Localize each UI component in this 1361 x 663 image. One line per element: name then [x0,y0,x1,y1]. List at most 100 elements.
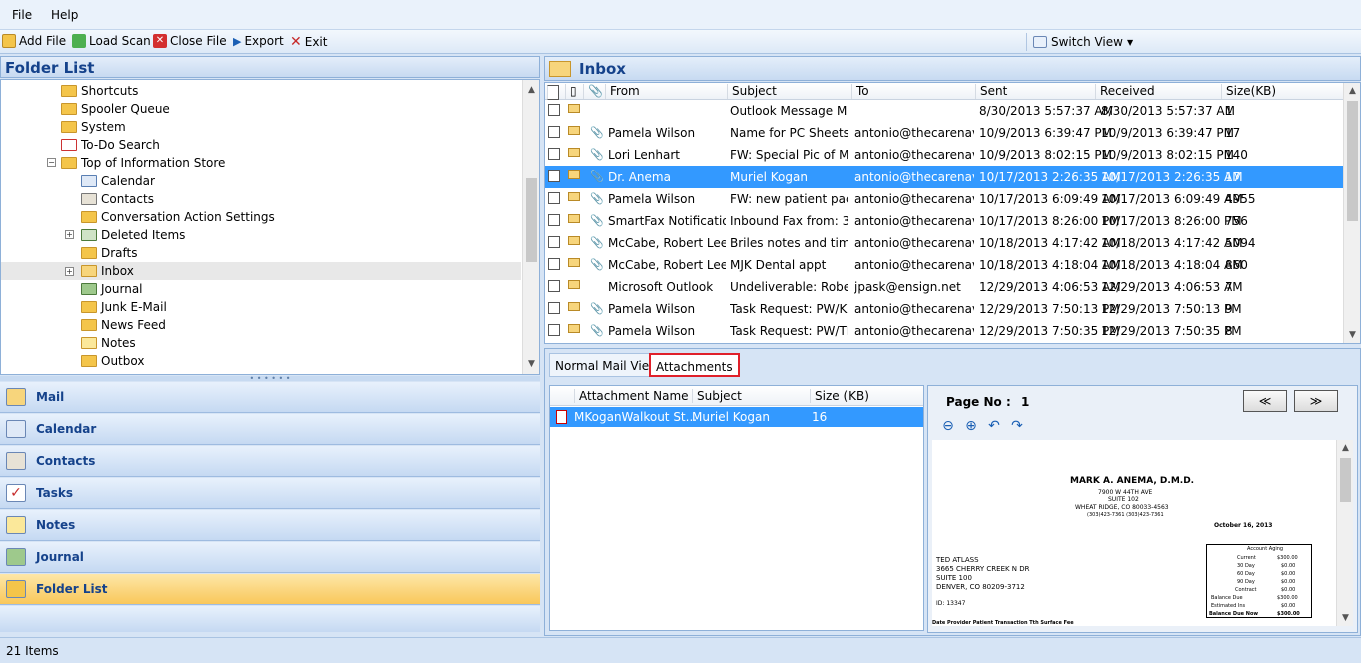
tree-item-top-of-information-store[interactable]: Top of Information Store [61,154,225,172]
search-folder-icon [61,139,77,151]
prev-page-button[interactable]: ≪ [1243,390,1287,412]
tree-item-inbox[interactable]: Inbox [1,262,521,280]
tree-item-todo-search[interactable]: To-Do Search [61,136,160,154]
col-size[interactable]: Size(KB) [1221,84,1345,99]
nav-folder-list[interactable]: Folder List [0,574,540,605]
mail-row[interactable]: Microsoft Outlook Undeliverable: Robe... j… [545,276,1345,298]
mail-size: 1 [1225,104,1233,118]
col-subject[interactable]: Subject [727,84,851,99]
mail-row[interactable]: 📎 Lori Lenhart FW: Special Pic of M... anto… [545,144,1345,166]
col-attachment-name[interactable]: Attachment Name [574,389,692,403]
menu-help[interactable]: Help [51,8,78,22]
expand-icon[interactable]: + [65,230,74,239]
col-attachment-subject[interactable]: Subject [692,389,810,403]
expand-icon[interactable]: + [65,267,74,276]
exit-button[interactable]: ✕ Exit [290,34,327,50]
scroll-thumb[interactable] [526,178,537,262]
tree-item-deleted-items[interactable]: Deleted Items [81,226,185,244]
mail-row[interactable]: 📎 McCabe, Robert Lee MJK Dental appt antoni… [545,254,1345,276]
load-scan-button[interactable]: Load Scan [72,34,151,48]
scroll-up-icon[interactable]: ▲ [1344,83,1360,99]
rotate-right-icon[interactable]: ↷ [1009,418,1025,434]
folder-tree-scrollbar[interactable]: ▲ ▼ [522,80,539,374]
tree-item-conversation-action-settings[interactable]: Conversation Action Settings [81,208,275,226]
next-page-button[interactable]: ≫ [1294,390,1338,412]
nav-contacts-label: Contacts [36,454,96,468]
tree-item-notes[interactable]: Notes [81,334,136,352]
scroll-down-icon[interactable]: ▼ [1344,327,1360,343]
export-button[interactable]: ▶ Export [233,34,284,48]
mail-subject: MJK Dental appt [730,258,827,272]
nav-calendar-label: Calendar [36,422,97,436]
pane-splitter[interactable]: • • • • • • [0,375,540,383]
zoom-out-icon[interactable]: ⊖ [940,418,956,434]
envelope-open-icon [568,258,580,267]
col-to[interactable]: To [851,84,975,99]
scroll-thumb[interactable] [1340,458,1351,502]
tab-normal-mail-view[interactable]: Normal Mail View [549,353,665,377]
nav-notes[interactable]: Notes [0,510,540,541]
mail-size: 9 [1225,302,1233,316]
close-file-button[interactable]: ✕ Close File [153,34,227,48]
zoom-in-icon[interactable]: ⊕ [963,418,979,434]
add-file-label: Add File [19,34,67,48]
scroll-down-icon[interactable]: ▼ [1337,610,1354,626]
doc-aging-value: $300.00 [1277,611,1300,617]
tree-item-calendar[interactable]: Calendar [81,172,155,190]
col-received[interactable]: Received [1095,84,1221,99]
mail-from: SmartFax Notifications [608,214,726,228]
col-attachment-size[interactable]: Size (KB) [810,389,923,403]
mail-row[interactable]: 📎 Pamela Wilson Task Request: PW/KS ... ant… [545,298,1345,320]
mail-row-selected[interactable]: 📎 Dr. Anema Muriel Kogan antonio@thecarenav… [545,166,1345,188]
nav-calendar[interactable]: Calendar [0,414,540,445]
tree-item-shortcuts[interactable]: Shortcuts [61,82,138,100]
mail-row[interactable]: 📎 Pamela Wilson FW: new patient pac... anto… [545,188,1345,210]
col-from[interactable]: From [605,84,727,99]
scroll-up-icon[interactable]: ▲ [523,82,539,98]
select-all-checkbox[interactable] [545,84,565,100]
tree-item-drafts[interactable]: Drafts [81,244,138,262]
tree-item-news-feed[interactable]: News Feed [81,316,166,334]
mail-received: 10/18/2013 4:18:04 AM [1101,258,1243,272]
tree-item-outbox[interactable]: Outbox [81,352,144,370]
tree-item-system[interactable]: System [61,118,126,136]
scroll-thumb[interactable] [1347,101,1358,221]
mail-row[interactable]: 📎 SmartFax Notifications Inbound Fax from:… [545,210,1345,232]
doc-account-aging-box: Account Aging Current $300.00 30 Day $0.… [1206,544,1312,618]
mail-size: 17 [1225,126,1241,140]
mail-row[interactable]: 📎 Pamela Wilson Task Request: PW/TK ... ant… [545,320,1345,342]
nav-tasks[interactable]: ✓ Tasks [0,478,540,509]
add-file-button[interactable]: Add File [2,34,66,48]
tree-item-spooler-queue[interactable]: Spooler Queue [61,100,170,118]
tree-item-journal[interactable]: Journal [81,280,143,298]
tree-item-label: Contacts [101,192,154,206]
menu-file[interactable]: File [12,8,32,22]
collapse-icon[interactable]: − [47,158,56,167]
tab-attachments[interactable]: Attachments [649,353,740,377]
attachment-icon: 📎 [590,126,604,139]
switch-view-button[interactable]: Switch View ▼ [1026,33,1139,51]
attachment-icon: 📎 [590,258,604,271]
inbox-icon [81,265,97,277]
scroll-up-icon[interactable]: ▲ [1337,440,1354,456]
mail-size: 5094 [1225,236,1256,250]
mail-row[interactable]: 📎 Pamela Wilson Name for PC Sheets antonio@… [545,122,1345,144]
attachment-row[interactable]: MKoganWalkout St... Muriel Kogan 16 [550,407,923,427]
scroll-down-icon[interactable]: ▼ [523,356,539,372]
mail-list-scrollbar[interactable]: ▲ ▼ [1343,83,1360,343]
contacts-icon [6,452,26,470]
nav-journal[interactable]: Journal [0,542,540,573]
doc-patient-id: ID: 13347 [936,600,966,607]
mail-from: McCabe, Robert Lee [608,258,726,272]
col-sent[interactable]: Sent [975,84,1095,99]
mail-row[interactable]: 📎 McCabe, Robert Lee Briles notes and time… [545,232,1345,254]
document-scrollbar[interactable]: ▲ ▼ [1336,440,1353,626]
rotate-left-icon[interactable]: ↶ [986,418,1002,434]
doc-aging-label: 90 Day [1237,579,1255,585]
tree-item-label: Calendar [101,174,155,188]
nav-mail[interactable]: Mail [0,382,540,413]
tree-item-contacts[interactable]: Contacts [81,190,154,208]
mail-row[interactable]: Outlook Message M... 8/30/2013 5:57:37 AM… [545,100,1345,122]
tree-item-junk-email[interactable]: Junk E-Mail [81,298,167,316]
nav-contacts[interactable]: Contacts [0,446,540,477]
